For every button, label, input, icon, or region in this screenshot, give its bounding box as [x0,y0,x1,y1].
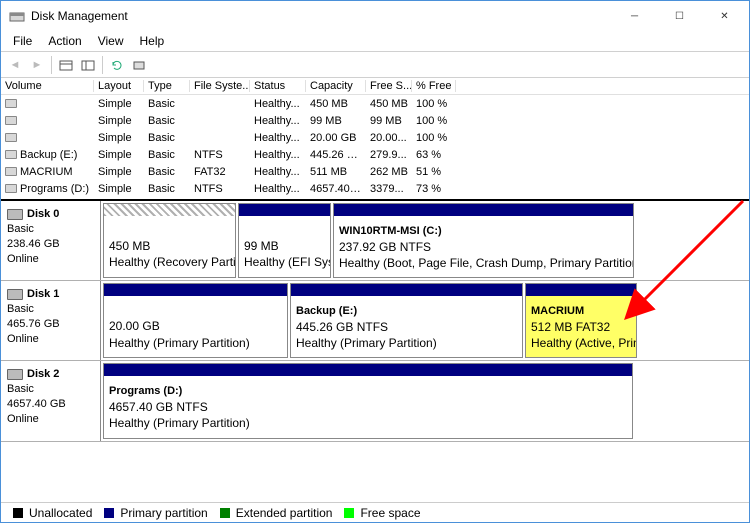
menu-bar: File Action View Help [1,31,749,51]
swatch-unallocated [13,508,23,518]
swatch-primary [104,508,114,518]
swatch-extended [220,508,230,518]
disk-map: Disk 0Basic238.46 GBOnline450 MBHealthy … [1,199,749,442]
menu-file[interactable]: File [5,32,40,50]
refresh-icon[interactable] [107,55,127,75]
maximize-button[interactable]: ☐ [657,2,702,30]
menu-action[interactable]: Action [40,32,89,50]
partition[interactable]: 99 MBHealthy (EFI System Partition) [238,203,331,278]
partition[interactable]: WIN10RTM-MSI (C:)237.92 GB NTFSHealthy (… [333,203,634,278]
legend-free: Free space [360,506,420,520]
col-capacity[interactable]: Capacity [306,80,366,92]
volume-row[interactable]: SimpleBasicHealthy...99 MB99 MB100 % [1,112,749,129]
tool-icon-2[interactable] [78,55,98,75]
forward-icon[interactable]: ► [27,55,47,75]
minimize-button[interactable]: ─ [612,2,657,30]
disk-label[interactable]: Disk 1Basic465.76 GBOnline [1,281,101,360]
disk-label[interactable]: Disk 2Basic4657.40 GBOnline [1,361,101,440]
disk-row: Disk 2Basic4657.40 GBOnlinePrograms (D:)… [1,361,749,441]
window-controls: ─ ☐ ✕ [612,2,747,30]
legend-primary: Primary partition [120,506,207,520]
volume-row[interactable]: SimpleBasicHealthy...20.00 GB20.00...100… [1,129,749,146]
col-volume[interactable]: Volume [1,80,94,92]
menu-help[interactable]: Help [132,32,173,50]
partition[interactable]: Backup (E:)445.26 GB NTFSHealthy (Primar… [290,283,523,358]
tool-icon-1[interactable] [56,55,76,75]
volume-row[interactable]: Backup (E:)SimpleBasicNTFSHealthy...445.… [1,146,749,163]
disk-label[interactable]: Disk 0Basic238.46 GBOnline [1,201,101,280]
partition[interactable]: MACRIUM512 MB FAT32Healthy (Active, Prim… [525,283,637,358]
volume-row[interactable]: Programs (D:)SimpleBasicNTFSHealthy...46… [1,180,749,197]
legend-unallocated: Unallocated [29,506,92,520]
col-type[interactable]: Type [144,80,190,92]
volume-row[interactable]: SimpleBasicHealthy...450 MB450 MB100 % [1,95,749,112]
volume-list: Volume Layout Type File Syste... Status … [1,77,749,197]
col-layout[interactable]: Layout [94,80,144,92]
partition[interactable]: 450 MBHealthy (Recovery Partition) [103,203,236,278]
close-button[interactable]: ✕ [702,2,747,30]
swatch-free [344,508,354,518]
separator [102,56,103,74]
separator [51,56,52,74]
menu-view[interactable]: View [90,32,132,50]
app-icon [9,8,25,24]
partition[interactable]: 20.00 GBHealthy (Primary Partition) [103,283,288,358]
volume-row[interactable]: MACRIUMSimpleBasicFAT32Healthy...511 MB2… [1,163,749,180]
volume-list-header: Volume Layout Type File Syste... Status … [1,78,749,95]
window-title: Disk Management [31,9,612,23]
disk-row: Disk 1Basic465.76 GBOnline20.00 GBHealth… [1,281,749,361]
tool-icon-3[interactable] [129,55,149,75]
col-status[interactable]: Status [250,80,306,92]
disk-row: Disk 0Basic238.46 GBOnline450 MBHealthy … [1,201,749,281]
title-bar: Disk Management ─ ☐ ✕ [1,1,749,31]
legend-extended: Extended partition [236,506,333,520]
toolbar: ◄ ► [1,51,749,77]
partition[interactable]: Programs (D:)4657.40 GB NTFSHealthy (Pri… [103,363,633,438]
col-free[interactable]: Free S... [366,80,412,92]
legend: Unallocated Primary partition Extended p… [1,502,749,522]
back-icon[interactable]: ◄ [5,55,25,75]
col-pctfree[interactable]: % Free [412,80,456,92]
col-filesystem[interactable]: File Syste... [190,80,250,92]
